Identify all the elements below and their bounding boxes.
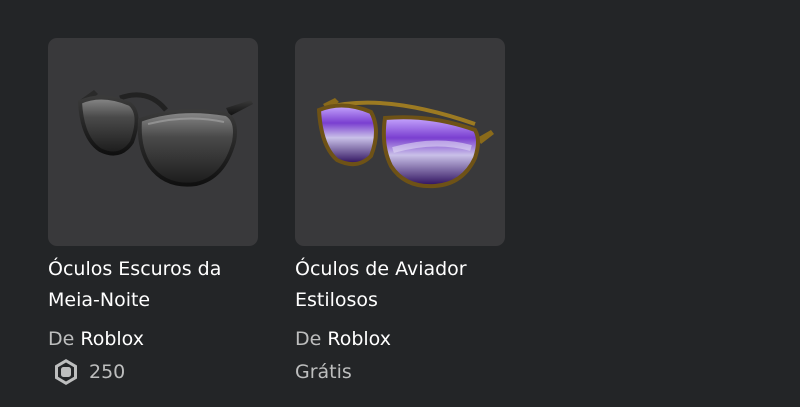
- item-thumbnail-aviator-glasses[interactable]: [295, 38, 505, 246]
- robux-icon: [51, 357, 81, 387]
- catalog-grid: Óculos Escuros da Meia-Noite De Roblox 2…: [0, 0, 800, 407]
- item-name-line-1: Óculos Escuros da: [48, 258, 222, 280]
- item-creator: De Roblox: [48, 327, 258, 351]
- item-name-line-2: Meia-Noite: [48, 289, 151, 311]
- item-price: 250: [48, 358, 258, 386]
- item-name[interactable]: Óculos Escuros da Meia-Noite: [48, 254, 258, 316]
- creator-link[interactable]: Roblox: [327, 328, 391, 350]
- creator-prefix: De: [48, 328, 75, 350]
- item-name-line-1: Óculos de Aviador: [295, 258, 467, 280]
- item-card[interactable]: Óculos Escuros da Meia-Noite De Roblox 2…: [48, 38, 258, 386]
- sunglasses-black-image: [77, 90, 253, 187]
- item-name[interactable]: Óculos de Aviador Estilosos: [295, 254, 505, 316]
- creator-prefix: De: [295, 328, 322, 350]
- sunglasses-aviator-image: [316, 98, 494, 189]
- item-name-line-2: Estilosos: [295, 289, 378, 311]
- creator-link[interactable]: Roblox: [80, 328, 144, 350]
- price-free-label: Grátis: [295, 361, 352, 383]
- item-thumbnail-midnight-shades[interactable]: [48, 38, 258, 246]
- item-card[interactable]: Óculos de Aviador Estilosos De Roblox Gr…: [295, 38, 505, 386]
- item-price: Grátis: [295, 358, 505, 386]
- price-value: 250: [89, 361, 126, 383]
- item-creator: De Roblox: [295, 327, 505, 351]
